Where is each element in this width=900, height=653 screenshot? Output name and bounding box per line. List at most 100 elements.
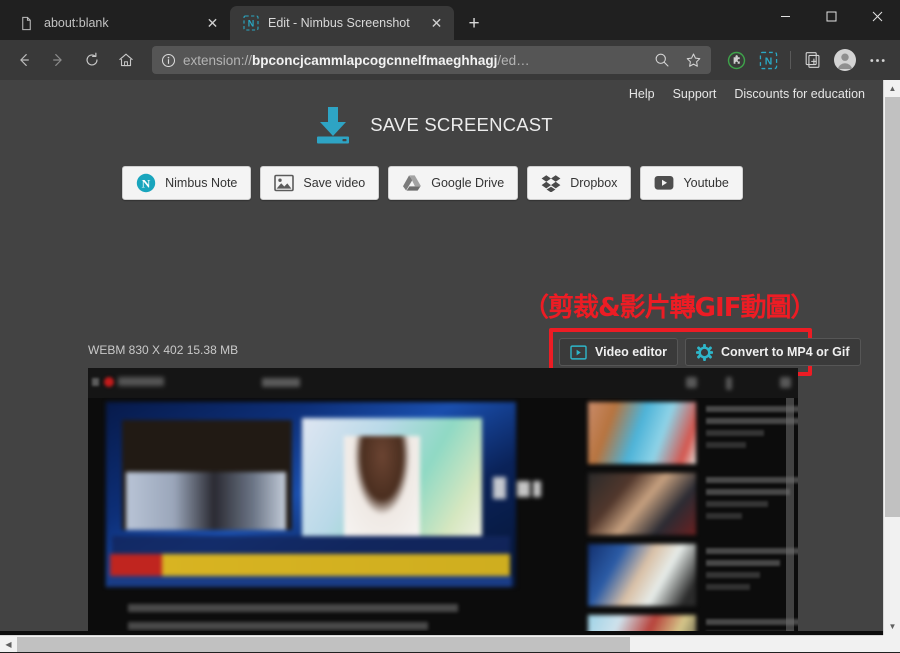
scrollbar-corner: [883, 635, 900, 652]
recorded-presenter: [344, 436, 420, 536]
thumbnail: [588, 544, 696, 606]
edit-button-label: Convert to MP4 or Gif: [721, 345, 849, 359]
nimbus-icon: N: [242, 15, 259, 32]
nimbus-extension-icon[interactable]: N: [753, 45, 783, 75]
star-icon[interactable]: [681, 52, 705, 69]
recorded-page-scrollbar: [786, 398, 794, 652]
tab-title: about:blank: [44, 16, 194, 30]
list-item-text: [706, 548, 798, 596]
save-to-nimbus-note-button[interactable]: N Nimbus Note: [122, 166, 251, 200]
maximize-button[interactable]: [808, 0, 854, 32]
service-button-row: N Nimbus Note Save video: [0, 166, 865, 200]
window-controls: [762, 0, 900, 32]
save-video-button[interactable]: Save video: [260, 166, 379, 200]
home-button[interactable]: [110, 45, 142, 75]
recorded-icon-1: [686, 377, 697, 388]
convert-to-mp4-or-gif-button[interactable]: Convert to MP4 or Gif: [685, 338, 860, 366]
close-button[interactable]: [854, 0, 900, 32]
profile-avatar-icon[interactable]: [830, 45, 860, 75]
service-button-label: Google Drive: [431, 176, 504, 190]
reload-button[interactable]: [76, 45, 108, 75]
url-host: bpconcjcammlapcogcnnelfmaeghhagj: [252, 53, 497, 68]
edit-button-row: Video editor Co: [559, 338, 861, 366]
page-title: SAVE SCREENCAST: [370, 114, 553, 136]
recorded-control-c: [533, 481, 541, 497]
svg-text:N: N: [247, 19, 254, 29]
download-icon: [312, 105, 354, 145]
browser-toolbar: extension://bpconcjcammlapcogcnnelfmaegh…: [0, 40, 900, 80]
service-button-label: Dropbox: [570, 176, 617, 190]
svg-text:N: N: [764, 56, 772, 67]
recorded-icon-2: [726, 377, 732, 390]
youtube-icon: [654, 173, 674, 193]
service-button-label: Nimbus Note: [165, 176, 237, 190]
horizontal-scrollbar-thumb[interactable]: [17, 637, 630, 652]
file-info-label: WEBM 830 X 402 15.38 MB: [88, 343, 238, 357]
recording-indicator-icon: [104, 377, 114, 387]
new-tab-button[interactable]: +: [457, 8, 491, 40]
google-drive-icon: [402, 173, 422, 193]
minimize-button[interactable]: [762, 0, 808, 32]
scroll-up-icon[interactable]: ▲: [884, 80, 900, 97]
video-editor-icon: [570, 344, 587, 361]
tab-close-button[interactable]: ✕: [427, 14, 446, 33]
toolbar-divider: [790, 51, 791, 69]
edit-button-label: Video editor: [595, 345, 667, 359]
recorded-icon-3: [780, 377, 791, 388]
extension-icons: N: [721, 45, 783, 75]
search-icon[interactable]: [650, 52, 674, 68]
collections-icon[interactable]: [798, 45, 828, 75]
thumbnail: [588, 402, 696, 464]
page-icon: [18, 15, 35, 32]
save-to-dropbox-button[interactable]: Dropbox: [527, 166, 631, 200]
scroll-left-icon[interactable]: ◀: [0, 636, 17, 653]
video-editor-button[interactable]: Video editor: [559, 338, 678, 366]
address-bar[interactable]: extension://bpconcjcammlapcogcnnelfmaegh…: [152, 46, 711, 74]
list-item-text: [706, 477, 798, 525]
service-button-label: Youtube: [683, 176, 728, 190]
browser-title-bar: about:blank ✕ N Edit - Nimbus Screenshot…: [0, 0, 900, 40]
url-path: /ed…: [497, 53, 529, 68]
recorded-scene-left-people: [126, 472, 286, 530]
link-discounts-for-education[interactable]: Discounts for education: [734, 87, 865, 101]
recorded-news-ticker: [110, 554, 510, 576]
forward-button[interactable]: [42, 45, 74, 75]
more-options-icon[interactable]: [862, 45, 892, 75]
info-icon[interactable]: [160, 53, 176, 68]
recorded-video-player: [106, 402, 516, 587]
recorded-control-a: [493, 477, 506, 499]
save-screencast-header: SAVE SCREENCAST: [0, 105, 865, 145]
vertical-scrollbar-thumb[interactable]: [885, 97, 900, 517]
link-help[interactable]: Help: [629, 87, 655, 101]
tab-close-button[interactable]: ✕: [203, 14, 222, 33]
dropbox-icon: [541, 173, 561, 193]
vertical-scrollbar[interactable]: ▲ ▼: [883, 80, 900, 635]
gear-icon: [696, 344, 713, 361]
list-item-text: [706, 406, 798, 454]
tab-nimbus-screenshot[interactable]: N Edit - Nimbus Screenshot ✕: [230, 6, 454, 40]
recorded-suggestions-list: [588, 402, 798, 652]
tab-about-blank[interactable]: about:blank ✕: [6, 6, 230, 40]
video-preview[interactable]: 逍遙の窩 http://www.xiaoyao.tw/: [88, 368, 798, 652]
save-to-youtube-button[interactable]: Youtube: [640, 166, 742, 200]
tab-strip: about:blank ✕ N Edit - Nimbus Screenshot…: [0, 0, 491, 40]
image-icon: [274, 173, 294, 193]
save-to-google-drive-button[interactable]: Google Drive: [388, 166, 518, 200]
address-bar-url: extension://bpconcjcammlapcogcnnelfmaegh…: [183, 53, 643, 68]
svg-text:N: N: [142, 176, 151, 190]
url-scheme: extension://: [183, 53, 252, 68]
list-item: [588, 544, 798, 610]
annotation-text: （剪裁&影片轉GIF動圖）: [523, 287, 815, 324]
back-button[interactable]: [8, 45, 40, 75]
tab-title: Edit - Nimbus Screenshot: [268, 16, 418, 30]
top-links: Help Support Discounts for education: [629, 87, 865, 101]
link-support[interactable]: Support: [673, 87, 717, 101]
nimbus-note-icon: N: [136, 173, 156, 193]
horizontal-scrollbar[interactable]: ◀ ▶: [0, 635, 900, 652]
list-item: [588, 473, 798, 539]
scroll-down-icon[interactable]: ▼: [884, 618, 900, 635]
recorded-control-b: [517, 481, 530, 497]
recorded-search-field: [262, 378, 300, 387]
page-content: Help Support Discounts for education SAV…: [0, 80, 900, 652]
puzzle-extension-icon[interactable]: [721, 45, 751, 75]
